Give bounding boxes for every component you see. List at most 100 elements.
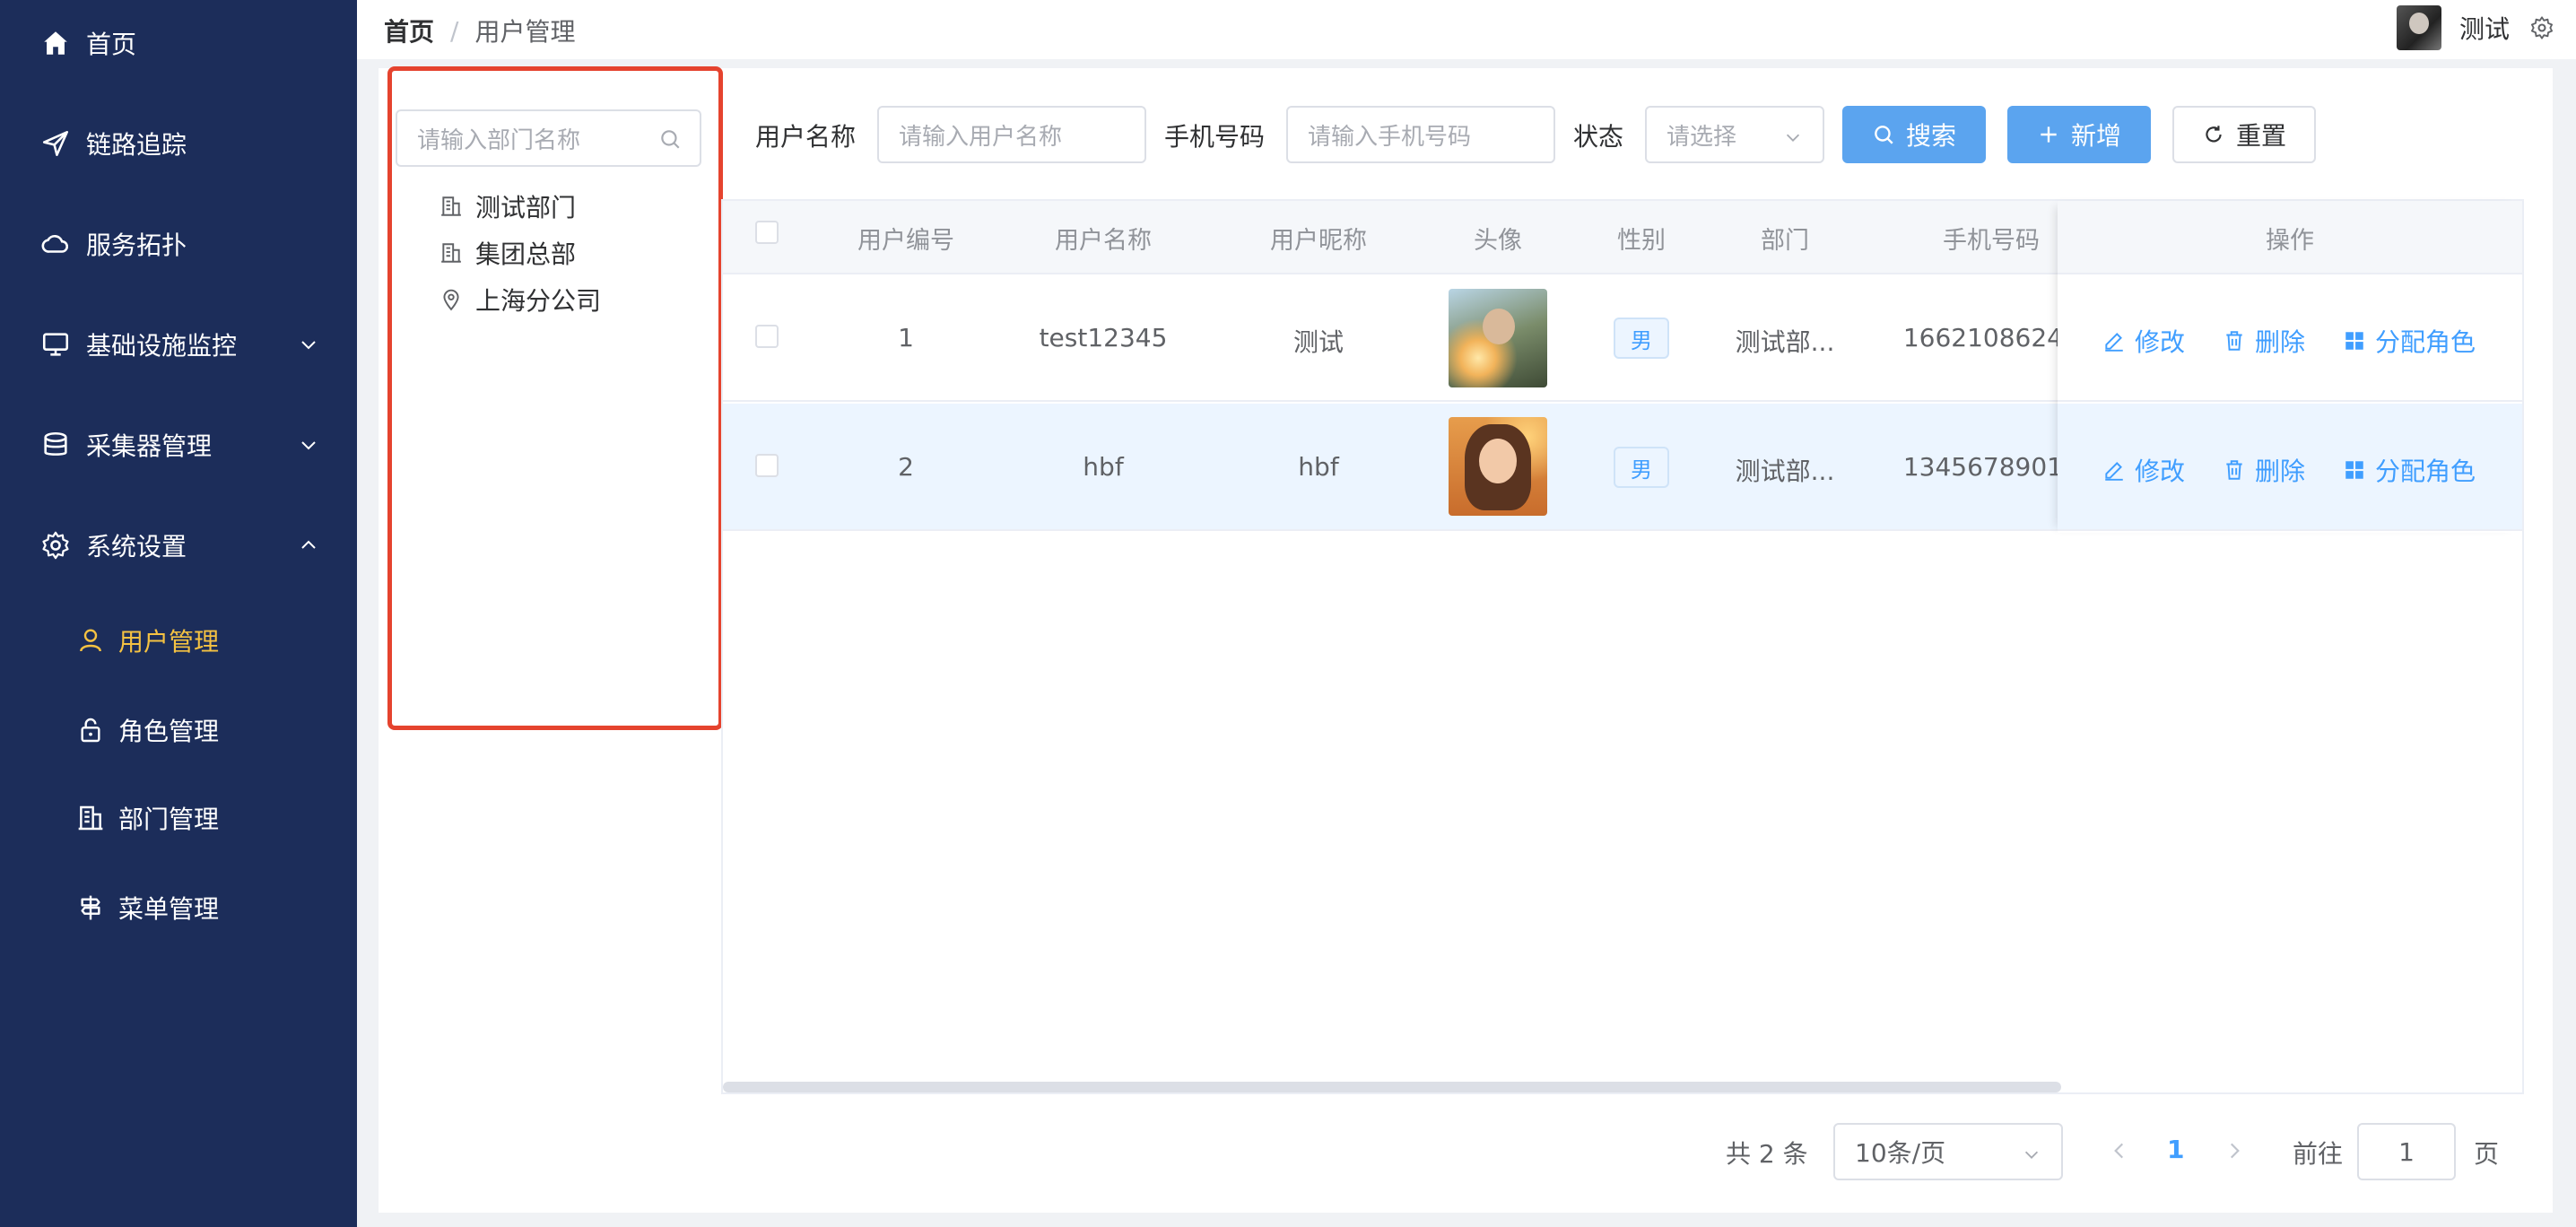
- chevron-down-icon: [1786, 134, 1800, 142]
- row-checkbox[interactable]: [755, 325, 779, 348]
- username-filter-input[interactable]: 请输入用户名称: [877, 106, 1146, 163]
- edit-icon: [2105, 462, 2123, 481]
- menu-item-collector[interactable]: 采集器管理: [0, 409, 357, 481]
- submenu-item-users[interactable]: 用户管理: [0, 605, 357, 676]
- tree-node-test-dept[interactable]: 测试部门: [439, 187, 576, 226]
- search-button[interactable]: 搜索: [1842, 106, 1986, 163]
- gear-icon: [39, 529, 72, 561]
- column-header-actions: 操作: [2266, 227, 2314, 255]
- assign-role-label: 分配角色: [2375, 457, 2476, 486]
- home-icon: [39, 27, 72, 59]
- next-page-icon[interactable]: [2223, 1139, 2246, 1162]
- menu-item-home[interactable]: 首页: [0, 7, 357, 79]
- goto-page-input[interactable]: 1: [2357, 1123, 2456, 1180]
- row-checkbox[interactable]: [755, 454, 779, 477]
- delete-button[interactable]: 删除: [2223, 323, 2305, 359]
- goto-page-value: 1: [2398, 1136, 2415, 1167]
- breadcrumb-current: 用户管理: [474, 17, 576, 47]
- username-filter-label: 用户名称: [755, 122, 857, 152]
- user-icon: [75, 625, 106, 656]
- menu-item-trace[interactable]: 链路追踪: [0, 108, 357, 179]
- submenu-item-label: 用户管理: [118, 627, 220, 657]
- menu-item-topology[interactable]: 服务拓扑: [0, 208, 357, 280]
- chevron-up-icon: [301, 540, 316, 549]
- building-icon: [75, 803, 106, 833]
- user-area: 测试: [2396, 5, 2554, 50]
- sidebar: 首页 链路追踪 服务拓扑 基础设施监控 采集器管理 系统设置 用户管理 角色管理…: [0, 0, 357, 1227]
- page-suffix: 页: [2474, 1139, 2500, 1169]
- horizontal-scrollbar[interactable]: [723, 1082, 2061, 1092]
- trash-icon: [2226, 460, 2242, 480]
- reset-button-label: 重置: [2235, 121, 2286, 151]
- dept-search-input[interactable]: 请输入部门名称: [396, 109, 701, 167]
- search-button-label: 搜索: [1905, 121, 1956, 151]
- delete-button[interactable]: 删除: [2223, 452, 2305, 488]
- cell-phone: 1662108624: [1902, 323, 2063, 352]
- cloud-icon: [39, 228, 72, 260]
- add-button[interactable]: 新增: [2007, 106, 2151, 163]
- prev-page-icon[interactable]: [2108, 1139, 2131, 1162]
- assign-role-button[interactable]: 分配角色: [2343, 323, 2476, 359]
- page-size-select[interactable]: 10条/页: [1833, 1123, 2063, 1180]
- avatar[interactable]: [2396, 5, 2441, 50]
- tree-node-label: 上海分公司: [475, 286, 602, 316]
- cell-id: 1: [898, 323, 914, 352]
- column-header-dept: 部门: [1761, 227, 1809, 255]
- submenu-item-menus[interactable]: 菜单管理: [0, 872, 357, 944]
- reset-button[interactable]: 重置: [2172, 106, 2316, 163]
- tree-node-label: 测试部门: [475, 193, 577, 222]
- grid-icon: [2345, 461, 2363, 479]
- column-header-gender: 性别: [1617, 227, 1666, 255]
- user-name[interactable]: 测试: [2459, 10, 2510, 46]
- cell-id: 2: [898, 452, 914, 482]
- status-placeholder: 请选择: [1667, 123, 1737, 151]
- monitor-icon: [39, 328, 72, 361]
- phone-filter-input[interactable]: 请输入手机号码: [1286, 106, 1555, 163]
- current-page-number[interactable]: 1: [2167, 1135, 2184, 1164]
- column-header-avatar: 头像: [1474, 227, 1522, 255]
- edit-label: 修改: [2135, 327, 2186, 357]
- cell-nickname: 测试: [1292, 327, 1344, 357]
- assign-role-button[interactable]: 分配角色: [2343, 452, 2476, 488]
- user-avatar-image[interactable]: [1449, 417, 1547, 516]
- refresh-icon: [2206, 126, 2222, 143]
- grid-icon: [2345, 332, 2363, 350]
- edit-button[interactable]: 修改: [2102, 452, 2185, 488]
- menu-item-label: 系统设置: [86, 532, 187, 561]
- building-icon: [441, 196, 461, 216]
- signpost-icon: [75, 892, 106, 923]
- tree-node-shanghai[interactable]: 上海分公司: [439, 280, 601, 319]
- menu-item-label: 链路追踪: [86, 130, 187, 160]
- settings-gear-icon[interactable]: [2529, 15, 2554, 40]
- tree-node-label: 集团总部: [475, 239, 577, 269]
- chevron-down-icon: [301, 341, 316, 350]
- add-button-label: 新增: [2070, 121, 2121, 151]
- menu-item-infra[interactable]: 基础设施监控: [0, 309, 357, 380]
- cell-username: test12345: [1039, 323, 1168, 352]
- cell-dept: 测试部...: [1735, 457, 1835, 486]
- top-header: 首页 / 用户管理 测试: [357, 0, 2576, 59]
- pagination-total: 共 2 条: [1726, 1139, 1808, 1169]
- select-all-checkbox[interactable]: [755, 221, 779, 244]
- submenu-item-label: 部门管理: [118, 805, 220, 834]
- edit-label: 修改: [2135, 457, 2186, 486]
- submenu-item-roles[interactable]: 角色管理: [0, 694, 357, 766]
- dept-search-placeholder: 请输入部门名称: [417, 126, 581, 154]
- user-avatar-image[interactable]: [1449, 289, 1547, 387]
- menu-item-settings[interactable]: 系统设置: [0, 509, 357, 581]
- tree-node-hq[interactable]: 集团总部: [439, 233, 576, 273]
- goto-label: 前往: [2293, 1139, 2344, 1169]
- phone-filter-label: 手机号码: [1164, 122, 1266, 152]
- column-header-nickname: 用户昵称: [1270, 227, 1367, 255]
- status-filter-label: 状态: [1573, 122, 1624, 152]
- gender-tag: 男: [1614, 318, 1669, 359]
- building-icon: [441, 243, 461, 263]
- cell-dept: 测试部...: [1735, 327, 1835, 357]
- edit-button[interactable]: 修改: [2102, 323, 2185, 359]
- status-filter-select[interactable]: 请选择: [1645, 106, 1824, 163]
- breadcrumb-home[interactable]: 首页: [384, 13, 434, 48]
- chevron-down-icon: [2024, 1151, 2039, 1159]
- submenu-item-depts[interactable]: 部门管理: [0, 782, 357, 854]
- cell-phone: 1345678901: [1902, 452, 2063, 482]
- gender-tag: 男: [1614, 447, 1669, 488]
